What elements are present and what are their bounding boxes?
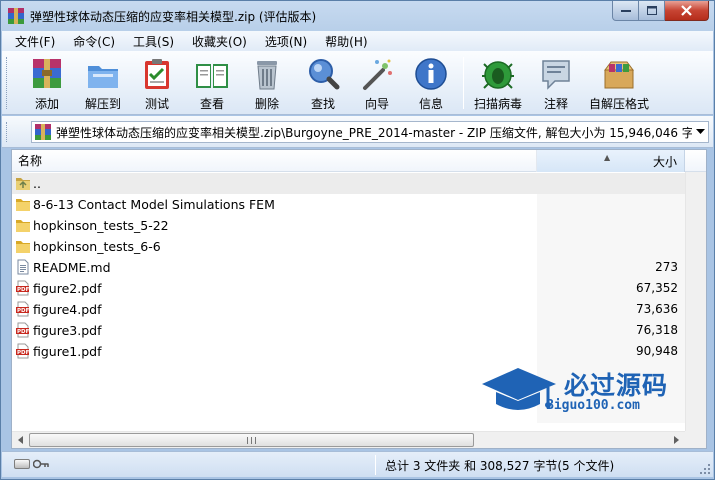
table-row[interactable]: PDF figure2.pdf 67,352 — [12, 278, 706, 299]
watermark-url: Biguo100.com — [546, 398, 640, 413]
column-header-name[interactable]: 名称 — [12, 150, 537, 172]
scroll-left-button[interactable] — [12, 432, 29, 448]
view-button[interactable]: 查看 — [188, 54, 236, 112]
comment-note-icon — [538, 56, 574, 92]
scrollbar-corner — [685, 431, 706, 448]
scan-virus-button[interactable]: 扫描病毒 — [470, 54, 526, 112]
table-row[interactable]: PDF figure1.pdf 90,948 — [12, 341, 706, 362]
path-dropdown-button[interactable] — [692, 122, 708, 142]
table-row[interactable]: 8-6-13 Contact Model Simulations FEM — [12, 194, 706, 215]
sort-ascending-icon: ▲ — [604, 153, 611, 162]
add-button[interactable]: 添加 — [20, 54, 74, 112]
drive-icon[interactable] — [14, 459, 30, 469]
toolbar-grip[interactable] — [6, 57, 9, 109]
watermark: 必过源码 Biguo100.com — [478, 362, 678, 418]
delete-button[interactable]: 删除 — [244, 54, 290, 112]
minimize-icon — [620, 9, 631, 12]
test-button[interactable]: 测试 — [134, 54, 180, 112]
horizontal-scroll-thumb[interactable] — [29, 433, 474, 447]
toolbar-separator — [463, 57, 464, 109]
resize-grip-icon[interactable] — [699, 463, 711, 475]
winrar-app-icon[interactable] — [8, 8, 24, 24]
pdf-icon: PDF — [15, 280, 31, 296]
menu-commands[interactable]: 命令(C) — [64, 33, 124, 50]
archive-icon — [35, 124, 51, 140]
menu-help[interactable]: 帮助(H) — [316, 33, 376, 50]
scroll-right-button[interactable] — [668, 432, 685, 448]
watermark-title: 必过源码 — [564, 371, 669, 400]
info-button[interactable]: 信息 — [408, 54, 454, 112]
magic-wand-icon — [359, 56, 395, 92]
window-title: 弹塑性球体动态压缩的应变率相关模型.zip (评估版本) — [30, 9, 317, 24]
close-button[interactable] — [665, 1, 709, 21]
close-icon — [681, 5, 692, 16]
file-list[interactable]: 名称 ▲ 大小 .. 8-6-13 Contact Model Simulati… — [11, 149, 707, 449]
wizard-button[interactable]: 向导 — [354, 54, 400, 112]
path-combobox[interactable]: 弹塑性球体动态压缩的应变率相关模型.zip\Burgoyne_PRE_2014-… — [31, 121, 709, 143]
trash-can-icon — [249, 56, 285, 92]
table-row[interactable]: PDF figure4.pdf 73,636 — [12, 299, 706, 320]
find-button[interactable]: 查找 — [300, 54, 346, 112]
chevron-left-icon — [18, 436, 23, 444]
extract-to-button[interactable]: 解压到 — [78, 54, 128, 112]
window-controls — [612, 1, 709, 21]
info-icon — [413, 56, 449, 92]
table-row[interactable]: PDF figure3.pdf 76,318 — [12, 320, 706, 341]
table-row[interactable]: hopkinson_tests_5-22 — [12, 215, 706, 236]
virus-bug-icon — [480, 56, 516, 92]
status-separator — [375, 455, 376, 475]
sfx-button[interactable]: 自解压格式 — [584, 54, 654, 112]
vertical-scrollbar[interactable] — [685, 172, 706, 432]
table-row[interactable]: README.md 273 — [12, 257, 706, 278]
folder-icon — [15, 217, 31, 233]
menu-tools[interactable]: 工具(S) — [124, 33, 183, 50]
pdf-icon: PDF — [15, 322, 31, 338]
maximize-button[interactable] — [639, 1, 665, 21]
svg-text:PDF: PDF — [17, 329, 30, 335]
column-header-size[interactable]: ▲ 大小 — [537, 150, 685, 172]
svg-text:PDF: PDF — [17, 287, 30, 293]
key-icon[interactable] — [32, 458, 49, 470]
menu-bar: 文件(F) 命令(C) 工具(S) 收藏夹(O) 选项(N) 帮助(H) — [2, 31, 713, 51]
grip-lines-icon — [247, 436, 256, 444]
file-rows: .. 8-6-13 Contact Model Simulations FEM … — [12, 173, 706, 362]
pdf-icon: PDF — [15, 301, 31, 317]
svg-text:PDF: PDF — [17, 308, 30, 314]
text-file-icon — [15, 259, 31, 275]
table-row[interactable]: .. — [12, 173, 706, 194]
table-row[interactable]: hopkinson_tests_6-6 — [12, 236, 706, 257]
sfx-box-icon — [601, 56, 637, 92]
column-header-filler — [685, 150, 706, 172]
open-book-icon — [194, 56, 230, 92]
menu-options[interactable]: 选项(N) — [256, 33, 316, 50]
title-bar[interactable]: 弹塑性球体动态压缩的应变率相关模型.zip (评估版本) — [1, 1, 714, 31]
maximize-icon — [646, 6, 657, 15]
archive-add-icon — [29, 56, 65, 92]
address-bar-grip[interactable] — [6, 122, 9, 142]
archive-path: 弹塑性球体动态压缩的应变率相关模型.zip\Burgoyne_PRE_2014-… — [56, 125, 692, 140]
minimize-button[interactable] — [612, 1, 639, 21]
chevron-down-icon — [695, 129, 705, 134]
folder-icon — [15, 196, 31, 212]
folder-icon — [15, 238, 31, 254]
chevron-right-icon — [674, 436, 679, 444]
status-bar: 总计 3 文件夹 和 308,527 字节(5 个文件) — [2, 451, 713, 477]
list-header: 名称 ▲ 大小 — [12, 150, 706, 172]
status-summary: 总计 3 文件夹 和 308,527 字节(5 个文件) — [385, 459, 615, 473]
winrar-window: 弹塑性球体动态压缩的应变率相关模型.zip (评估版本) 文件(F) 命令(C)… — [0, 0, 715, 480]
menu-file[interactable]: 文件(F) — [6, 33, 64, 50]
comment-button[interactable]: 注释 — [534, 54, 578, 112]
magnifier-icon — [305, 56, 341, 92]
svg-text:PDF: PDF — [17, 350, 30, 356]
toolbar: 添加 解压到 测试 查看 删除 查找 向导 信息 扫描病毒 注释 自解压格式 — [2, 51, 713, 115]
folder-extract-icon — [85, 56, 121, 92]
horizontal-scrollbar[interactable] — [12, 431, 685, 448]
parent-folder-icon — [15, 175, 31, 191]
address-bar: 弹塑性球体动态压缩的应变率相关模型.zip\Burgoyne_PRE_2014-… — [2, 116, 713, 148]
pdf-icon: PDF — [15, 343, 31, 359]
menu-favorites[interactable]: 收藏夹(O) — [183, 33, 256, 50]
clipboard-check-icon — [139, 56, 175, 92]
